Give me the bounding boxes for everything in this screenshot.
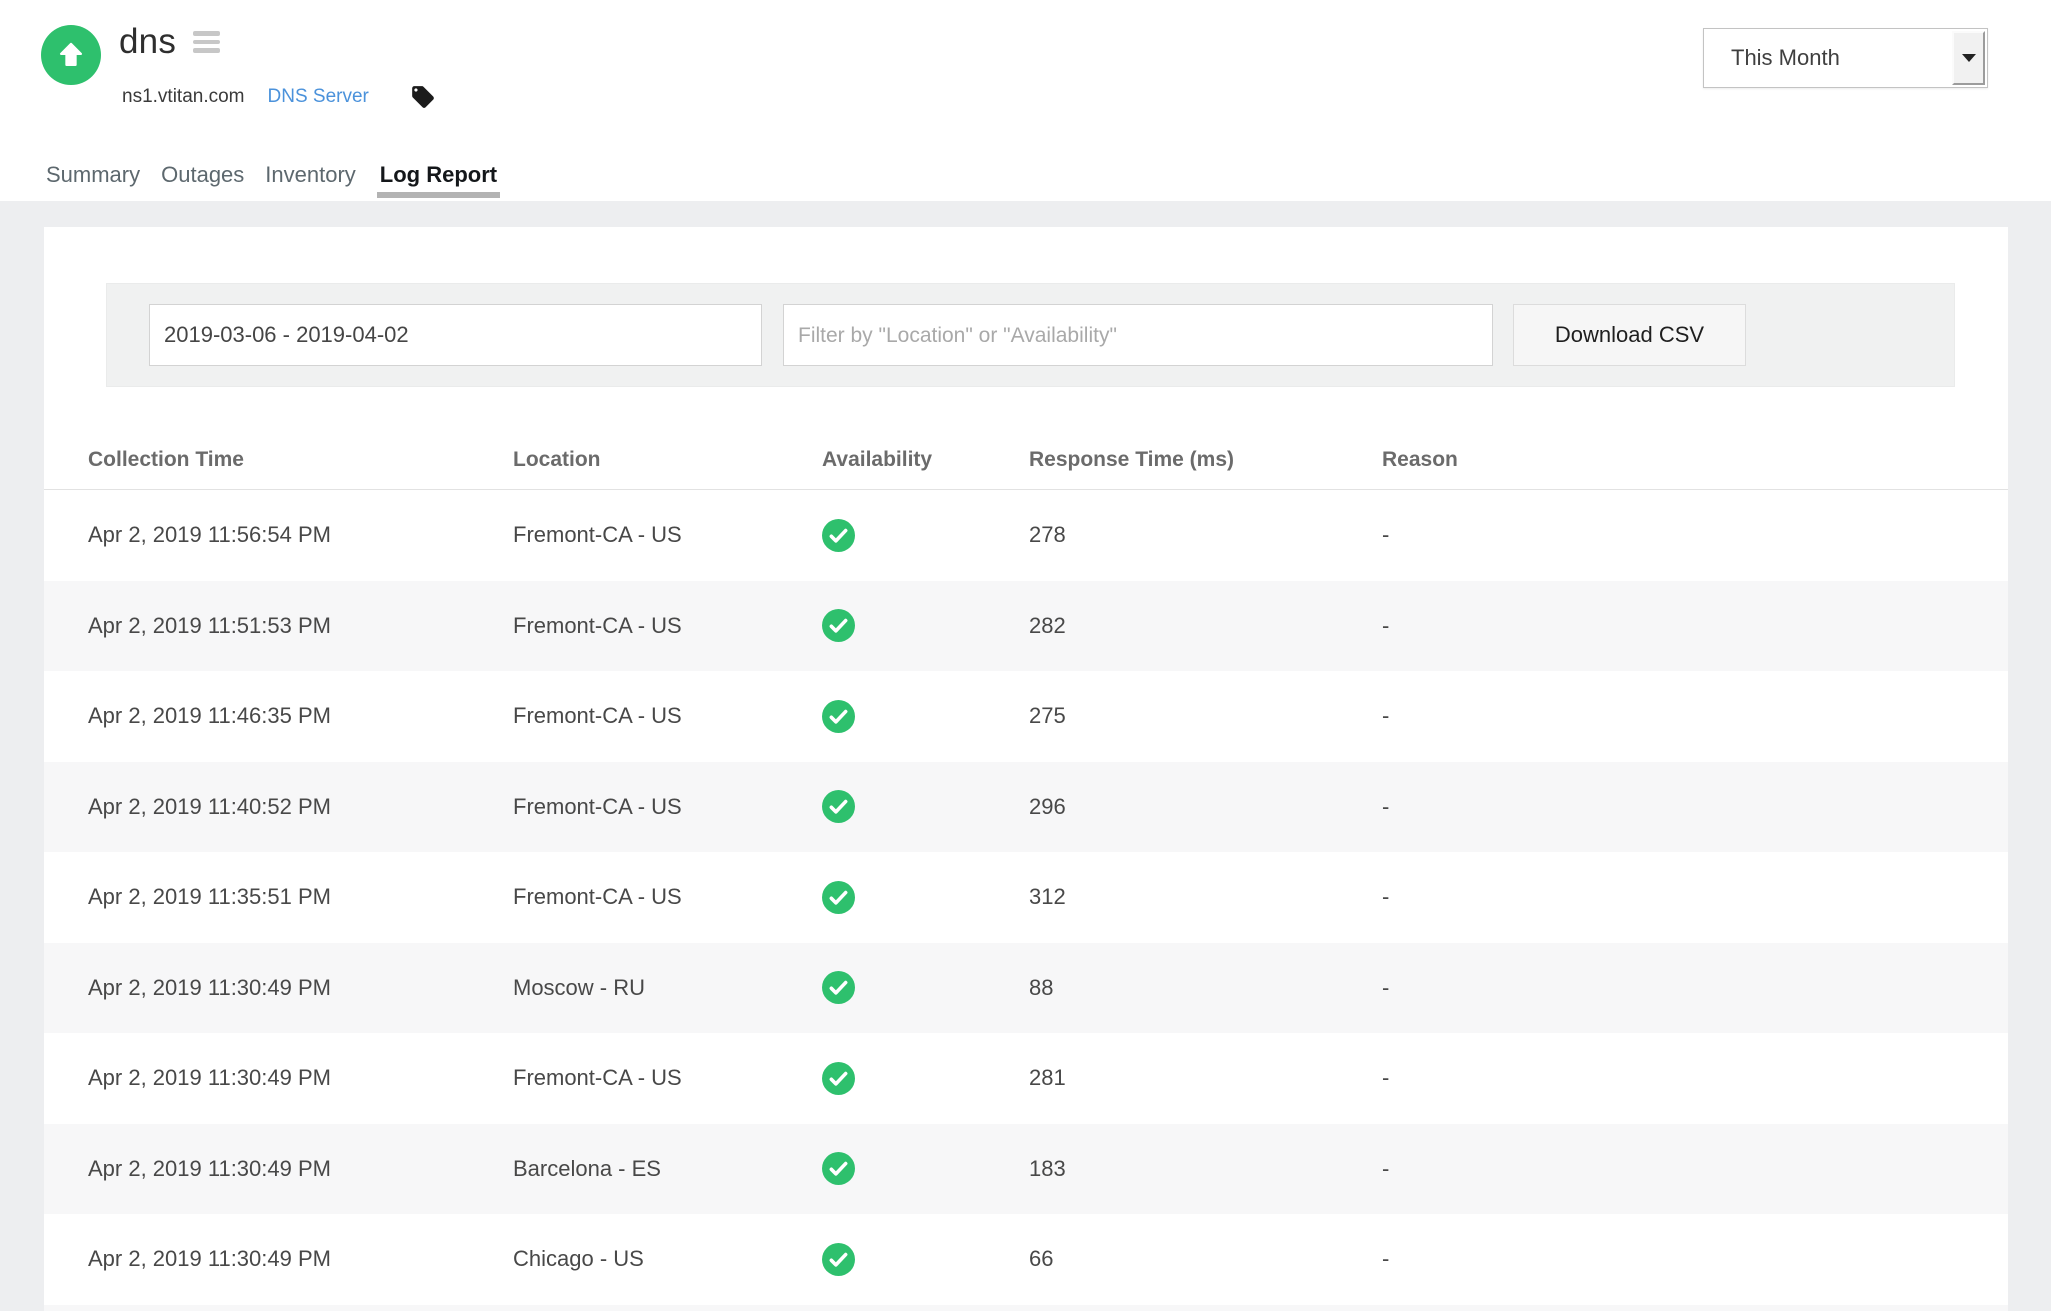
cell-reason: - xyxy=(1338,522,2008,548)
check-circle-icon xyxy=(822,1243,855,1276)
log-report-card: Download CSV Collection Time Location Av… xyxy=(44,227,2008,1311)
table-body: Apr 2, 2019 11:56:54 PM Fremont-CA - US … xyxy=(44,490,2008,1305)
cell-response-time: 88 xyxy=(985,975,1338,1001)
table-row: Apr 2, 2019 11:40:52 PM Fremont-CA - US … xyxy=(44,762,2008,853)
col-header-reason: Reason xyxy=(1338,448,2008,472)
cell-location: Moscow - RU xyxy=(469,975,778,1001)
cell-location: Fremont-CA - US xyxy=(469,1065,778,1091)
tab-outages[interactable]: Outages xyxy=(161,162,244,198)
cell-collection-time: Apr 2, 2019 11:56:54 PM xyxy=(44,522,469,548)
cell-availability xyxy=(778,1062,985,1095)
cell-collection-time: Apr 2, 2019 11:51:53 PM xyxy=(44,613,469,639)
tab-bar: Summary Outages Inventory Log Report xyxy=(46,162,500,198)
table-row: Apr 2, 2019 11:30:49 PM Fremont-CA - US … xyxy=(44,1033,2008,1124)
tab-summary[interactable]: Summary xyxy=(46,162,140,198)
tab-inventory[interactable]: Inventory xyxy=(265,162,356,198)
monitor-title: dns xyxy=(119,22,176,62)
monitor-header: dns ns1.vtitan.com DNS Server This Month… xyxy=(0,0,2051,201)
cell-collection-time: Apr 2, 2019 11:30:49 PM xyxy=(44,975,469,1001)
cell-response-time: 278 xyxy=(985,522,1338,548)
up-arrow-icon xyxy=(54,38,88,72)
check-circle-icon xyxy=(822,609,855,642)
page-body: Download CSV Collection Time Location Av… xyxy=(0,201,2051,1311)
cell-availability xyxy=(778,1152,985,1185)
check-circle-icon xyxy=(822,1062,855,1095)
cell-reason: - xyxy=(1338,1065,2008,1091)
cell-location: Barcelona - ES xyxy=(469,1156,778,1182)
cell-response-time: 183 xyxy=(985,1156,1338,1182)
cell-collection-time: Apr 2, 2019 11:30:49 PM xyxy=(44,1246,469,1272)
cell-reason: - xyxy=(1338,975,2008,1001)
table-row: Apr 2, 2019 11:35:51 PM Fremont-CA - US … xyxy=(44,852,2008,943)
col-header-location: Location xyxy=(469,448,778,472)
cell-availability xyxy=(778,519,985,552)
log-table: Collection Time Location Availability Re… xyxy=(44,430,2008,1311)
cell-reason: - xyxy=(1338,703,2008,729)
cell-response-time: 282 xyxy=(985,613,1338,639)
check-circle-icon xyxy=(822,790,855,823)
table-row: Apr 2, 2019 11:46:35 PM Fremont-CA - US … xyxy=(44,671,2008,762)
cell-collection-time: Apr 2, 2019 11:30:49 PM xyxy=(44,1156,469,1182)
col-header-response-time: Response Time (ms) xyxy=(985,448,1338,472)
period-select-value: This Month xyxy=(1704,45,1840,71)
check-circle-icon xyxy=(822,519,855,552)
filter-input[interactable] xyxy=(783,304,1493,366)
table-row: Apr 2, 2019 11:30:49 PM Moscow - RU 88 - xyxy=(44,943,2008,1034)
cell-response-time: 312 xyxy=(985,884,1338,910)
cell-location: Fremont-CA - US xyxy=(469,613,778,639)
cell-location: Fremont-CA - US xyxy=(469,522,778,548)
cell-availability xyxy=(778,1243,985,1276)
tag-icon[interactable] xyxy=(410,84,436,110)
date-range-input[interactable] xyxy=(149,304,762,366)
cell-reason: - xyxy=(1338,1246,2008,1272)
cell-collection-time: Apr 2, 2019 11:35:51 PM xyxy=(44,884,469,910)
cell-response-time: 296 xyxy=(985,794,1338,820)
caret-down-icon xyxy=(1962,54,1976,62)
table-header-row: Collection Time Location Availability Re… xyxy=(44,430,2008,490)
table-row-partial xyxy=(44,1305,2008,1311)
cell-availability xyxy=(778,609,985,642)
monitor-type-link[interactable]: DNS Server xyxy=(268,86,369,108)
col-header-collection-time: Collection Time xyxy=(44,448,469,472)
cell-collection-time: Apr 2, 2019 11:46:35 PM xyxy=(44,703,469,729)
select-arrow-button[interactable] xyxy=(1952,31,1985,85)
cell-availability xyxy=(778,881,985,914)
period-select[interactable]: This Month xyxy=(1703,28,1988,88)
cell-availability xyxy=(778,971,985,1004)
cell-availability xyxy=(778,700,985,733)
check-circle-icon xyxy=(822,1152,855,1185)
cell-reason: - xyxy=(1338,794,2008,820)
cell-location: Chicago - US xyxy=(469,1246,778,1272)
status-up-circle-icon xyxy=(41,25,101,85)
col-header-availability: Availability xyxy=(778,448,985,472)
table-row: Apr 2, 2019 11:51:53 PM Fremont-CA - US … xyxy=(44,581,2008,672)
cell-collection-time: Apr 2, 2019 11:40:52 PM xyxy=(44,794,469,820)
table-row: Apr 2, 2019 11:30:49 PM Chicago - US 66 … xyxy=(44,1214,2008,1305)
download-csv-button[interactable]: Download CSV xyxy=(1513,304,1746,366)
check-circle-icon xyxy=(822,881,855,914)
hamburger-menu-icon[interactable] xyxy=(193,31,220,53)
cell-reason: - xyxy=(1338,1156,2008,1182)
table-row: Apr 2, 2019 11:56:54 PM Fremont-CA - US … xyxy=(44,490,2008,581)
cell-reason: - xyxy=(1338,613,2008,639)
check-circle-icon xyxy=(822,700,855,733)
table-row: Apr 2, 2019 11:30:49 PM Barcelona - ES 1… xyxy=(44,1124,2008,1215)
cell-response-time: 281 xyxy=(985,1065,1338,1091)
check-circle-icon xyxy=(822,971,855,1004)
cell-location: Fremont-CA - US xyxy=(469,703,778,729)
cell-response-time: 275 xyxy=(985,703,1338,729)
monitor-host: ns1.vtitan.com xyxy=(122,86,245,108)
cell-location: Fremont-CA - US xyxy=(469,794,778,820)
cell-collection-time: Apr 2, 2019 11:30:49 PM xyxy=(44,1065,469,1091)
cell-location: Fremont-CA - US xyxy=(469,884,778,910)
cell-availability xyxy=(778,790,985,823)
filter-bar: Download CSV xyxy=(106,283,1955,387)
cell-response-time: 66 xyxy=(985,1246,1338,1272)
cell-reason: - xyxy=(1338,884,2008,910)
tab-log-report[interactable]: Log Report xyxy=(377,162,500,198)
